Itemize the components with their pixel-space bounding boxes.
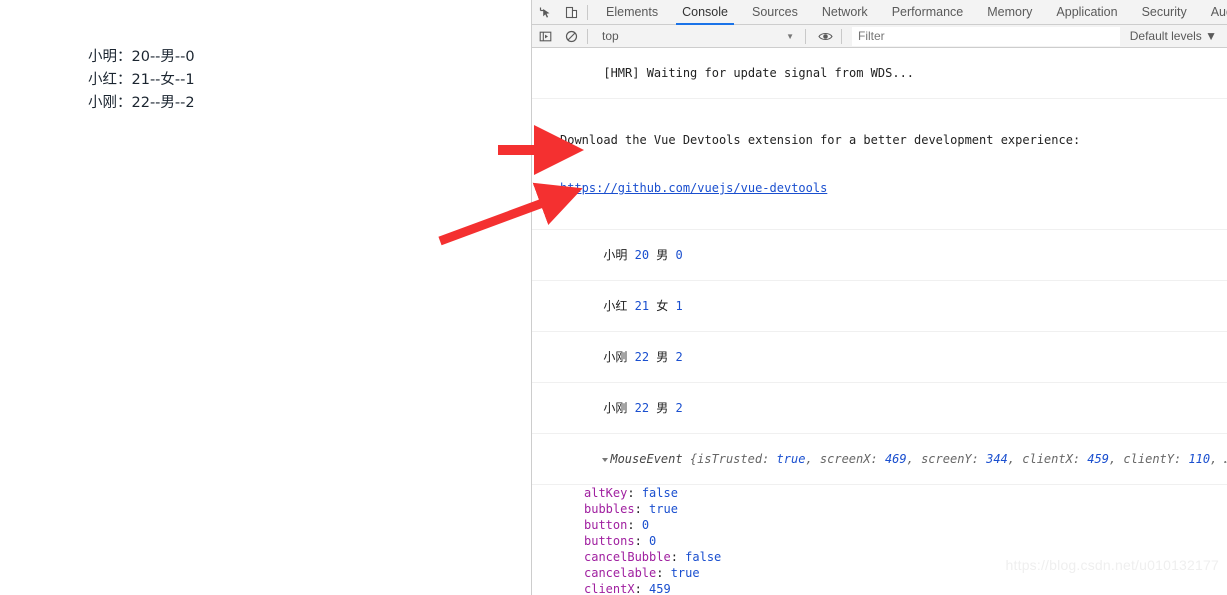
preview-key: clientX: [1022, 452, 1073, 466]
page-text-line: 小红：21--女--1: [88, 72, 195, 88]
toolbar-divider: [587, 4, 588, 20]
toolbar-divider: [587, 28, 588, 44]
filter-input[interactable]: [852, 26, 1120, 46]
console-sidebar-icon[interactable]: [532, 24, 558, 48]
preview-value: 469: [884, 452, 907, 466]
log-levels-dropdown[interactable]: Default levels ▼: [1124, 29, 1227, 43]
tab-sources[interactable]: Sources: [740, 0, 810, 24]
record-name: 小刚: [603, 350, 628, 364]
clear-console-icon[interactable]: [558, 24, 584, 48]
property-separator: :: [634, 582, 650, 595]
execution-context-value: top: [602, 29, 619, 43]
record-index: 0: [675, 248, 683, 262]
preview-value: 110: [1188, 452, 1211, 466]
preview-value: 344: [986, 452, 1008, 466]
record-index: 1: [675, 299, 683, 313]
preview-key: screenX: [819, 452, 871, 466]
tab-console[interactable]: Console: [670, 0, 740, 25]
live-expression-eye-icon[interactable]: [812, 24, 838, 48]
console-message-list[interactable]: [HMR] Waiting for update signal from WDS…: [532, 48, 1227, 595]
property-key: cancelable: [584, 566, 657, 580]
record-sex: 男: [656, 350, 669, 364]
tab-application[interactable]: Application: [1044, 0, 1129, 24]
tab-elements[interactable]: Elements: [594, 0, 670, 24]
record-sex: 男: [656, 401, 669, 415]
property-key: altKey: [584, 486, 628, 500]
record-name: 小刚: [603, 401, 628, 415]
property-value: true: [649, 502, 678, 516]
preview-key: clientY: [1123, 452, 1174, 466]
preview-key: screenY: [921, 452, 972, 466]
record-name: 小明: [603, 248, 628, 262]
page-text-list: 小明：20--男--0 小红：21--女--1 小刚：22--男--2: [88, 46, 195, 115]
property-value: false: [641, 486, 678, 500]
record-age: 20: [634, 248, 650, 262]
console-message: 小刚 22 男 2: [532, 332, 1227, 383]
page-text-line: 小刚：22--男--2: [88, 95, 195, 111]
preview-key: isTrusted: [697, 452, 763, 466]
console-message: 小明 20 男 0: [532, 230, 1227, 281]
property-key: cancelBubble: [584, 550, 671, 564]
property-separator: :: [627, 486, 642, 500]
preview-value: 459: [1087, 452, 1109, 466]
property-key: clientX: [584, 582, 635, 595]
console-message-text: [HMR] Waiting for update signal from WDS…: [603, 66, 915, 80]
devtools-panel: Elements Console Sources Network Perform…: [531, 0, 1227, 595]
object-property-row: bubbles: true: [532, 501, 1227, 517]
object-property-list: altKey: false bubbles: true button: 0 butto…: [532, 485, 1227, 595]
console-message-text: Download the Vue Devtools extension for …: [560, 133, 1081, 147]
object-preview[interactable]: MouseEvent {isTrusted: true, screenX: 46…: [602, 452, 1227, 466]
record-sex: 男: [656, 248, 669, 262]
vue-devtools-link[interactable]: https://github.com/vuejs/vue-devtools: [560, 180, 1227, 196]
property-value: 0: [641, 518, 650, 532]
page-text-line: 小明：20--男--0: [88, 49, 195, 65]
object-property-row: button: 0: [532, 517, 1227, 533]
console-object-message: MouseEvent {isTrusted: true, screenX: 46…: [532, 434, 1227, 485]
property-key: bubbles: [584, 502, 635, 516]
device-toolbar-icon[interactable]: [558, 0, 584, 24]
watermark: https://blog.csdn.net/u010132177: [1005, 557, 1219, 573]
property-key: buttons: [584, 534, 635, 548]
console-message: Download the Vue Devtools extension for …: [532, 99, 1227, 230]
object-property-row: clientX: 459: [532, 581, 1227, 595]
record-index: 2: [675, 401, 683, 415]
object-class-name: MouseEvent: [610, 452, 683, 466]
chevron-down-icon: ▼: [786, 31, 794, 41]
record-age: 22: [634, 401, 650, 415]
tab-network[interactable]: Network: [810, 0, 880, 24]
property-separator: :: [670, 550, 686, 564]
record-sex: 女: [656, 299, 669, 313]
console-message: [HMR] Waiting for update signal from WDS…: [532, 48, 1227, 99]
execution-context-select[interactable]: top ▼: [594, 29, 802, 43]
property-separator: :: [656, 566, 671, 580]
record-index: 2: [675, 350, 683, 364]
console-message: 小刚 22 男 2: [532, 383, 1227, 434]
preview-value: true: [776, 452, 806, 466]
browser-page-content: 小明：20--男--0 小红：21--女--1 小刚：22--男--2: [0, 0, 531, 595]
console-toolbar: top ▼ Default levels ▼: [532, 25, 1227, 48]
devtools-tab-bar: Elements Console Sources Network Perform…: [532, 0, 1227, 25]
console-message: 小红 21 女 1: [532, 281, 1227, 332]
tab-security[interactable]: Security: [1130, 0, 1199, 24]
property-value: false: [685, 550, 722, 564]
inspect-cursor-icon[interactable]: [532, 0, 558, 24]
tab-audits[interactable]: Audits: [1199, 0, 1227, 24]
object-property-row: altKey: false: [532, 485, 1227, 501]
toolbar-divider: [841, 28, 842, 44]
property-separator: :: [634, 502, 650, 516]
property-separator: :: [634, 534, 650, 548]
record-age: 21: [634, 299, 650, 313]
tab-memory[interactable]: Memory: [975, 0, 1044, 24]
property-key: button: [584, 518, 628, 532]
property-value: 459: [649, 582, 671, 595]
object-property-row: buttons: 0: [532, 533, 1227, 549]
toolbar-divider: [805, 28, 806, 44]
record-age: 22: [634, 350, 650, 364]
property-separator: :: [627, 518, 642, 532]
tab-performance[interactable]: Performance: [880, 0, 976, 24]
record-name: 小红: [603, 299, 628, 313]
expander-triangle-icon[interactable]: [602, 457, 609, 462]
property-value: 0: [649, 534, 657, 548]
property-value: true: [670, 566, 700, 580]
